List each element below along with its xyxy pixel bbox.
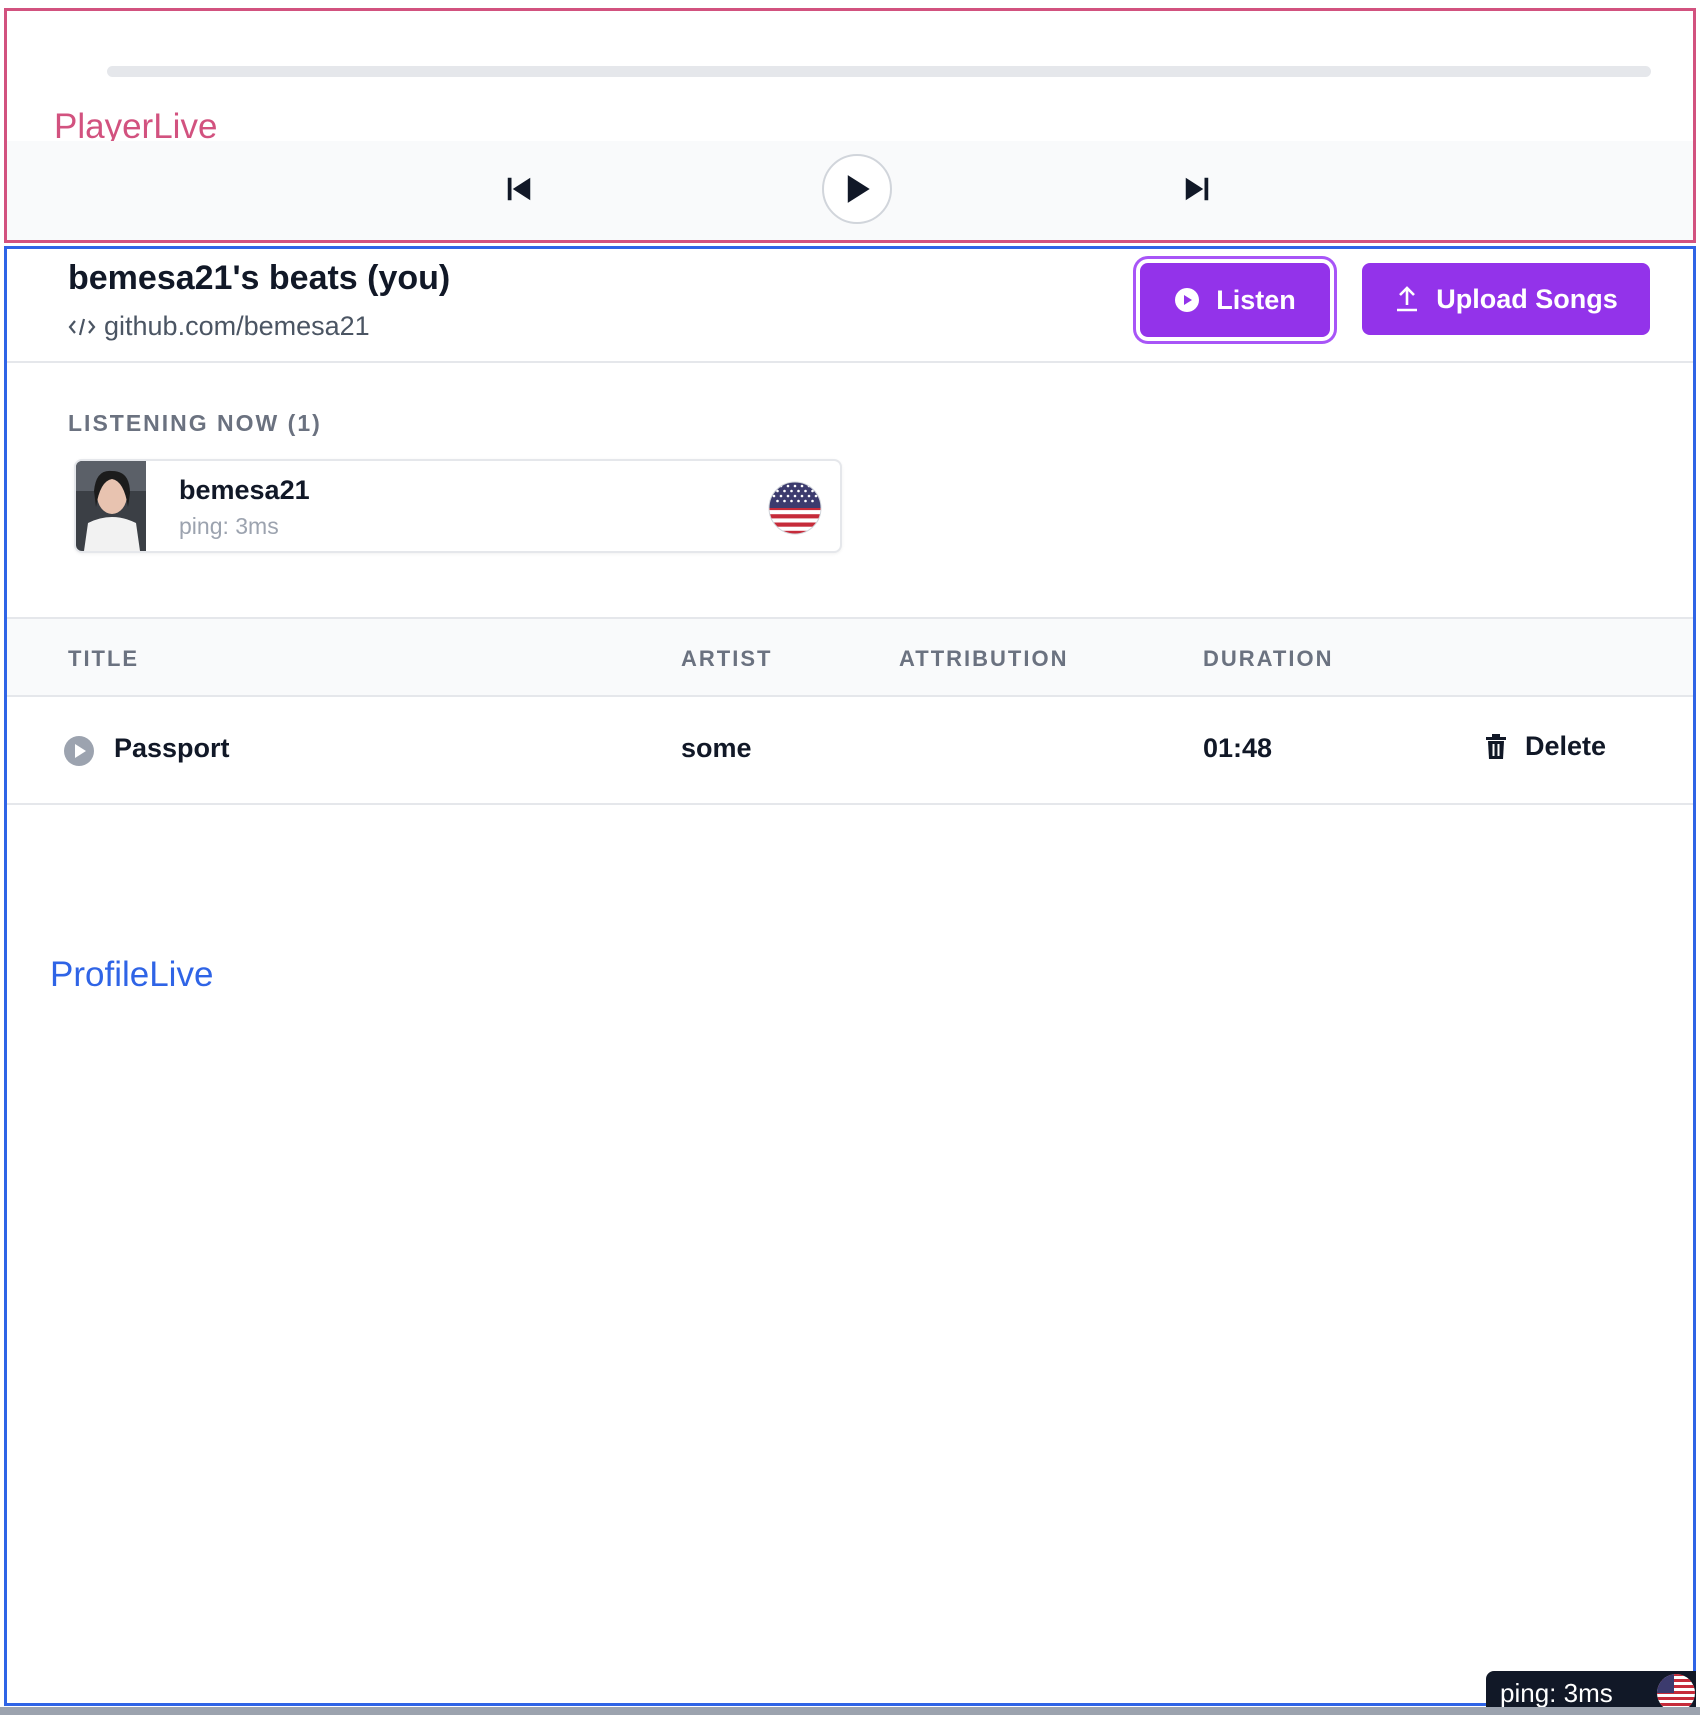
column-header-artist: ARTIST <box>681 646 773 671</box>
column-header-attribution: ATTRIBUTION <box>899 646 1069 671</box>
listener-ping: ping: 3ms <box>179 513 279 539</box>
profile-title: bemesa21's beats (you) <box>68 259 451 297</box>
table-row[interactable]: Passport some 01:48 Delete <box>7 697 1693 805</box>
skip-forward-icon <box>1185 177 1209 201</box>
code-icon <box>68 316 96 338</box>
play-button[interactable] <box>822 154 892 224</box>
listener-card: bemesa21 ping: 3ms <box>74 459 842 553</box>
listener-name: bemesa21 <box>179 475 310 505</box>
header-divider <box>7 361 1693 363</box>
delete-button-label: Delete <box>1525 731 1607 761</box>
ping-widget-text: ping: 3ms <box>1500 1677 1613 1708</box>
trash-icon <box>1486 733 1506 759</box>
github-link[interactable]: github.com/bemesa21 <box>68 311 370 342</box>
player-live-section: PlayerLive <box>4 8 1696 243</box>
play-circle-icon <box>1175 288 1200 312</box>
avatar <box>76 461 146 551</box>
column-header-duration: DURATION <box>1203 646 1334 671</box>
previous-button[interactable] <box>501 171 537 207</box>
upload-songs-button[interactable]: Upload Songs <box>1362 263 1650 335</box>
progress-bar[interactable] <box>107 66 1651 77</box>
us-flag-icon <box>768 481 822 535</box>
next-button[interactable] <box>1179 171 1215 207</box>
play-circle-icon[interactable] <box>63 735 95 767</box>
listen-button[interactable]: Listen <box>1140 263 1330 337</box>
upload-songs-label: Upload Songs <box>1436 283 1618 314</box>
listen-button-label: Listen <box>1216 284 1296 315</box>
song-artist: some <box>681 733 752 763</box>
song-title: Passport <box>114 733 230 763</box>
listening-now-heading: LISTENING NOW (1) <box>68 410 322 436</box>
profile-live-section: bemesa21's beats (you) github.com/bemesa… <box>4 246 1696 1706</box>
player-controls <box>7 141 1693 240</box>
song-duration: 01:48 <box>1203 733 1273 763</box>
upload-icon <box>1397 286 1418 312</box>
songs-table-header: TITLE ARTIST ATTRIBUTION DURATION <box>7 617 1693 697</box>
bottom-edge <box>0 1707 1700 1715</box>
delete-button[interactable]: Delete <box>1485 731 1606 762</box>
profile-live-label: ProfileLive <box>50 955 214 994</box>
play-icon <box>847 175 870 203</box>
skip-back-icon <box>507 177 531 201</box>
github-link-text: github.com/bemesa21 <box>104 311 370 341</box>
column-header-title: TITLE <box>68 646 140 671</box>
